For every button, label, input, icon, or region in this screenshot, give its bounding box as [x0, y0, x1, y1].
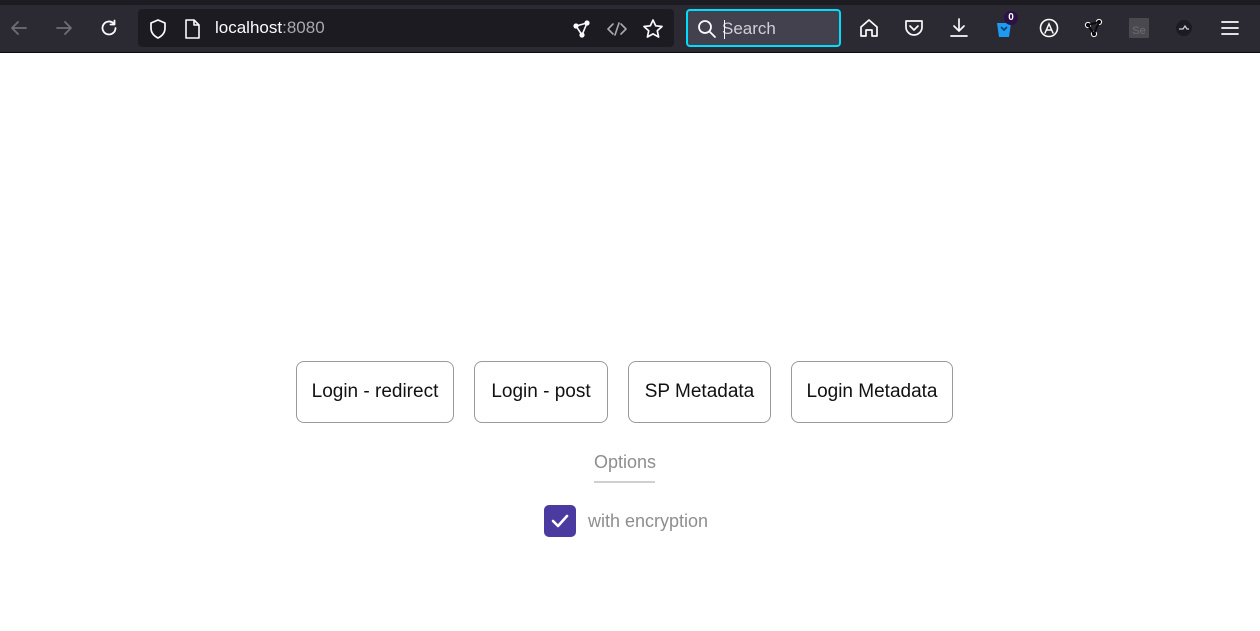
reload-icon	[101, 19, 117, 36]
back-button[interactable]	[2, 8, 36, 48]
translate-icon	[1039, 18, 1059, 38]
svg-text:Se: Se	[1132, 25, 1145, 37]
graph-extension-button[interactable]	[1077, 8, 1111, 48]
tracking-protection-shield-icon[interactable]	[147, 18, 169, 40]
options-tab[interactable]: Options	[594, 452, 656, 483]
login-post-label: Login - post	[491, 381, 591, 402]
graph-extension-icon[interactable]	[571, 18, 593, 40]
sp-metadata-button[interactable]: SP Metadata	[628, 361, 771, 423]
page-content: Login - redirect Login - post SP Metadat…	[0, 53, 1260, 631]
reload-button[interactable]	[92, 8, 126, 48]
notification-badge: 0	[1004, 11, 1018, 25]
login-metadata-label: Login Metadata	[806, 381, 938, 402]
pocket-button[interactable]	[897, 8, 931, 48]
url-text[interactable]: localhost:8080	[215, 18, 325, 38]
browser-toolbar: localhost:8080 Search 0 Se	[0, 0, 1260, 53]
app-menu-button[interactable]	[1213, 8, 1247, 48]
arrow-right-icon	[56, 21, 72, 35]
selenium-icon: Se	[1129, 18, 1149, 38]
arrow-left-icon	[11, 21, 27, 35]
star-icon[interactable]	[642, 18, 664, 40]
checkmark-icon	[551, 514, 569, 528]
login-redirect-label: Login - redirect	[311, 381, 439, 402]
text-caret	[724, 20, 725, 39]
url-port: :8080	[282, 18, 325, 37]
selenium-button[interactable]: Se	[1122, 8, 1156, 48]
url-host: localhost	[215, 18, 283, 37]
hamburger-menu-icon	[1221, 21, 1239, 35]
forward-button[interactable]	[47, 8, 81, 48]
pocket-icon	[905, 20, 923, 36]
download-icon	[950, 18, 968, 37]
home-button[interactable]	[852, 8, 886, 48]
search-input[interactable]	[722, 18, 834, 40]
translate-button[interactable]	[1032, 8, 1066, 48]
dark-extension-button[interactable]	[1167, 8, 1201, 48]
encryption-checkbox[interactable]	[544, 505, 576, 537]
dark-extension-icon	[1176, 20, 1192, 36]
sp-metadata-label: SP Metadata	[644, 381, 755, 402]
page-info-icon[interactable]	[181, 18, 203, 40]
code-icon[interactable]	[606, 18, 628, 40]
url-bar[interactable]: localhost:8080	[138, 9, 674, 47]
encryption-checkbox-label[interactable]: with encryption	[588, 511, 708, 532]
login-post-button[interactable]: Login - post	[474, 361, 608, 423]
login-metadata-button[interactable]: Login Metadata	[791, 361, 953, 423]
search-icon	[698, 20, 716, 38]
downloads-button[interactable]	[942, 8, 976, 48]
home-icon	[860, 19, 878, 37]
graph-extension-icon	[1084, 18, 1103, 38]
search-box[interactable]	[686, 9, 841, 47]
login-redirect-button[interactable]: Login - redirect	[296, 361, 454, 423]
